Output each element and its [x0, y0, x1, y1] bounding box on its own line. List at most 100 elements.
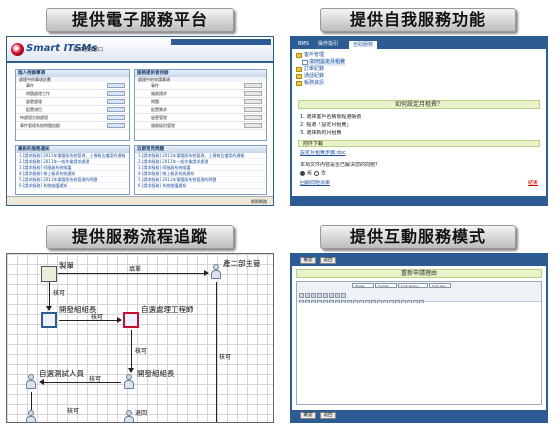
provider-row: 服務請求: [135, 90, 266, 98]
back-button[interactable]: 返回: [320, 257, 336, 264]
attachment-bar: 附件下載: [298, 140, 540, 147]
arrow-icon: [128, 368, 134, 373]
todo-open-button[interactable]: [107, 107, 125, 112]
logo-icon: [11, 43, 24, 56]
back-to-list-link[interactable]: 回顧問題清單: [300, 180, 330, 186]
edge-line: [58, 273, 208, 274]
folder-icon: [296, 67, 302, 72]
answer-step: 1. 選擇客戶名稱後點選帳號: [300, 114, 362, 120]
answer-step: 3. 選擇新的月租費: [300, 130, 342, 136]
person-body: [124, 380, 134, 389]
panel2-screenshot: BMS 操作指引 自助服務 客戶管理 如何設定月租費 訂單紀錄 通話紀錄 帳務資…: [290, 36, 548, 206]
arrow-icon: [46, 306, 52, 311]
todo-open-button[interactable]: [107, 99, 125, 104]
radio-icon: [314, 171, 319, 176]
editor-toolbar: - Styles -- Format -- Font family -- Fon…: [297, 282, 541, 312]
edge-label: 核可: [219, 354, 232, 361]
node-label: 產二部主管: [223, 259, 261, 268]
toolbar-row: - Styles -- Format -- Font family -- Fon…: [299, 283, 539, 298]
answer-step: 2. 點選「設定月租費」: [300, 122, 352, 128]
form-title: 重新申請理由: [296, 269, 542, 278]
tree-item[interactable]: 通話紀錄: [296, 73, 345, 80]
flow-node-start[interactable]: [41, 266, 57, 282]
notice-list: 最新的服務通知 1.[請求服務] 2011年電腦版系統管理，上傳報告檔案的通報 …: [15, 145, 130, 195]
confirm-button[interactable]: 確認: [300, 257, 316, 264]
tree-item[interactable]: 如何設定月租費: [302, 59, 346, 66]
folder-icon: [296, 74, 302, 79]
flow-node-engineer[interactable]: [123, 312, 139, 328]
provider-row: 配置需求: [135, 106, 266, 114]
person-body: [124, 416, 134, 422]
edge-line: [216, 282, 217, 422]
top-nav[interactable]: [171, 39, 271, 45]
provider-box-title: 服務提供者待辦: [135, 70, 266, 77]
flow-node-dev-lead[interactable]: [41, 312, 57, 328]
panel3-screenshot: 製單 產二部主管 開發組組長 自選處理工程師 開發組組長 自選測試人員 填單 核…: [6, 253, 274, 423]
faq-list-title: 近期常見問題: [135, 146, 266, 153]
folder-icon: [296, 81, 302, 86]
node-label: 自選測試人員: [39, 369, 84, 378]
panel4-title: 提供互動服務模式: [320, 225, 516, 249]
todo-open-button[interactable]: [107, 83, 125, 88]
feedback-no[interactable]: 否: [314, 170, 344, 177]
todo-open-button[interactable]: [107, 123, 125, 128]
provider-row: 變更管理: [135, 114, 266, 122]
panel2-title: 提供自我服務功能: [320, 8, 516, 32]
tab-guide[interactable]: 操作指引: [314, 40, 342, 49]
flow-node-partial[interactable]: [25, 410, 37, 422]
panel1-title: 提供電子服務平台: [46, 8, 234, 32]
flow-node-dev-lead-2[interactable]: [123, 374, 135, 390]
form-bottombar: 確認 返回: [292, 410, 546, 421]
format-select[interactable]: - Format -: [375, 283, 398, 288]
font-size-select[interactable]: - Font size -: [429, 283, 452, 288]
tree-item[interactable]: 客戶管理: [296, 52, 345, 59]
tab-self-service[interactable]: 自助服務: [348, 40, 379, 49]
feedback-question: 本項文件內容是否已解決您的問題？: [300, 162, 381, 168]
todo-row: 事件: [16, 82, 129, 90]
provider-row: 事件: [135, 82, 266, 90]
styles-select[interactable]: - Styles -: [352, 283, 375, 288]
provider-open-button[interactable]: [244, 91, 262, 96]
portal-subtitle: 電子服務窗口: [73, 47, 104, 53]
notice-list-title: 最新的服務通知: [16, 146, 129, 153]
provider-open-button[interactable]: [244, 123, 262, 128]
tree-item[interactable]: 訂單紀錄: [296, 66, 345, 73]
attachment-link[interactable]: 設定月租費步驟.doc: [300, 150, 346, 156]
todo-row: 待處理交辦處理: [16, 114, 129, 122]
todo-row: 問題處理工作: [16, 90, 129, 98]
flow-node-manager[interactable]: [210, 264, 222, 280]
notice-link[interactable]: 6.[請求服務] 系統維護通知: [16, 183, 129, 189]
flow-node-partial[interactable]: [123, 410, 135, 422]
tree-item[interactable]: 帳務資訊: [296, 80, 345, 87]
todo-box: 個人待辦事項 處理中的事項計數 事件 問題處理工作 變更處理 配置項目 待處理交…: [15, 69, 130, 141]
provider-open-button[interactable]: [244, 107, 262, 112]
edge-label: 核可: [53, 290, 66, 297]
toolbar-row: [299, 290, 539, 305]
faq-link[interactable]: 6.[請求服務] 系統維護通知: [135, 183, 266, 189]
status-zone: 網際網路: [251, 199, 267, 204]
panel3-title: 提供服務流程追蹤: [46, 225, 234, 249]
edge-line: [41, 382, 121, 383]
confirm-button-bottom[interactable]: 確認: [300, 412, 316, 419]
provider-open-button[interactable]: [244, 115, 262, 120]
self-service-footer: [292, 196, 546, 204]
form-topbar: 確認 返回: [292, 255, 546, 266]
tab-bms[interactable]: BMS: [294, 40, 313, 49]
person-body: [211, 270, 221, 279]
close-link[interactable]: 結束: [528, 180, 538, 186]
edge-line: [59, 320, 121, 321]
flow-node-tester[interactable]: [25, 374, 37, 390]
editor-textarea[interactable]: [297, 303, 541, 404]
provider-row: 服務級別管理: [135, 122, 266, 130]
todo-open-button[interactable]: [107, 91, 125, 96]
arrow-icon: [117, 317, 122, 323]
provider-open-button[interactable]: [244, 99, 262, 104]
question-title: 如何設定月租費？: [298, 100, 540, 109]
arrow-icon: [39, 379, 44, 385]
back-button-bottom[interactable]: 返回: [320, 412, 336, 419]
todo-open-button[interactable]: [107, 115, 125, 120]
provider-open-button[interactable]: [244, 83, 262, 88]
font-family-select[interactable]: - Font family -: [398, 283, 429, 288]
document-icon: [302, 60, 308, 65]
kb-tree: 客戶管理 如何設定月租費 訂單紀錄 通話紀錄 帳務資訊: [296, 52, 346, 87]
